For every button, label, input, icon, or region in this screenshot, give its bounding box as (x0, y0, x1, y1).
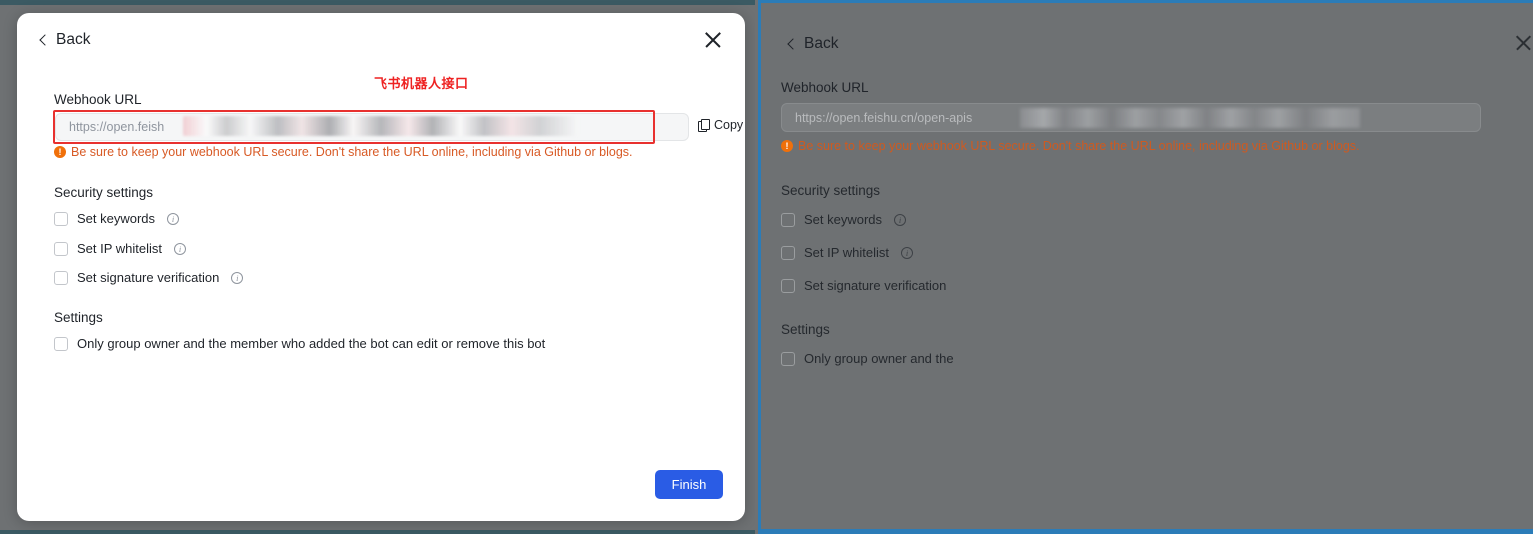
checkbox-label: Set keywords (77, 211, 156, 226)
checkbox-set-ip-whitelist[interactable] (54, 241, 68, 256)
checkbox-owner-only[interactable] (54, 336, 68, 351)
checkbox-set-signature-verification[interactable] (781, 278, 795, 293)
checkbox-label: Set IP whitelist (804, 245, 890, 260)
checkbox-set-ip-whitelist[interactable] (781, 245, 795, 260)
checkbox-row-set-signature-verification[interactable]: Set signature verification i (54, 270, 244, 285)
frame-bottom (758, 529, 1533, 534)
settings-title-right: Settings (781, 322, 830, 337)
top-strip (0, 0, 755, 5)
dialog-header: Back (17, 13, 745, 69)
annotation-top: 飞书机器人接口 (374, 76, 469, 91)
checkbox-label: Set IP whitelist (77, 241, 163, 256)
finish-button[interactable]: Finish (655, 470, 723, 499)
info-icon[interactable]: i (174, 242, 187, 255)
checkbox-row-set-signature-verification-right[interactable]: Set signature verification (781, 278, 946, 293)
checkbox-row-set-ip-whitelist[interactable]: Set IP whitelist i (54, 241, 187, 256)
security-settings-title: Security settings (54, 185, 154, 200)
settings-title: Settings (54, 310, 103, 325)
back-label: Back (56, 31, 91, 48)
webhook-url-label-right: Webhook URL (781, 80, 869, 95)
copy-label: Copy (714, 118, 744, 132)
chevron-left-icon (39, 33, 51, 46)
info-icon[interactable]: i (901, 246, 914, 259)
highlight-outline (53, 110, 655, 144)
checkbox-label: Only group owner and the (804, 351, 954, 366)
back-button-right[interactable]: Back (787, 35, 839, 53)
screenshot-root: Back 飞书机器人接口 Webhook URL https://open.fe… (0, 0, 1533, 534)
checkbox-set-signature-verification[interactable] (54, 270, 68, 285)
chevron-left-icon (787, 37, 799, 50)
left-panel: Back 飞书机器人接口 Webhook URL https://open.fe… (0, 0, 755, 534)
frame-top (758, 0, 1533, 3)
checkbox-label: Set signature verification (77, 270, 220, 285)
checkbox-set-keywords[interactable] (781, 212, 795, 227)
frame-left (758, 0, 761, 534)
checkbox-row-set-ip-whitelist-right[interactable]: Set IP whitelist i (781, 245, 914, 260)
info-icon[interactable]: i (231, 271, 244, 284)
checkbox-set-keywords[interactable] (54, 211, 68, 226)
checkbox-row-set-keywords-right[interactable]: Set keywords i (781, 212, 907, 227)
checkbox-row-owner-only-right[interactable]: Only group owner and the (781, 351, 954, 366)
copy-icon (698, 119, 710, 132)
webhook-settings-dialog: Back 飞书机器人接口 Webhook URL https://open.fe… (17, 13, 745, 521)
bottom-strip (0, 530, 755, 534)
copy-button[interactable]: Copy (698, 118, 743, 132)
info-icon[interactable]: i (894, 213, 907, 226)
checkbox-label: Set keywords (804, 212, 883, 227)
webhook-url-value-right: https://open.feishu.cn/open-apis (795, 110, 973, 125)
warning-icon: ! (781, 140, 793, 152)
security-settings-title-right: Security settings (781, 183, 881, 198)
checkbox-label: Set signature verification (804, 278, 947, 293)
checkbox-row-set-keywords[interactable]: Set keywords i (54, 211, 180, 226)
warning-icon: ! (54, 146, 66, 158)
back-label: Back (804, 35, 839, 52)
checkbox-owner-only[interactable] (781, 351, 795, 366)
security-warning-text: Be sure to keep your webhook URL secure.… (71, 145, 633, 159)
right-panel: Back Webhook URL https://open.feishu.cn/… (755, 0, 1533, 534)
webhook-url-label: Webhook URL (54, 92, 142, 107)
security-warning-right: ! Be sure to keep your webhook URL secur… (781, 139, 1360, 153)
info-icon[interactable]: i (167, 212, 180, 225)
checkbox-label: Only group owner and the member who adde… (77, 336, 546, 351)
redaction-blur-right (1020, 108, 1360, 128)
security-warning: ! Be sure to keep your webhook URL secur… (54, 145, 633, 159)
close-icon[interactable] (699, 26, 727, 54)
back-button[interactable]: Back (39, 31, 91, 49)
checkbox-row-owner-only[interactable]: Only group owner and the member who adde… (54, 336, 545, 351)
close-icon-right[interactable] (1511, 30, 1533, 56)
security-warning-text: Be sure to keep your webhook URL secure.… (798, 139, 1360, 153)
